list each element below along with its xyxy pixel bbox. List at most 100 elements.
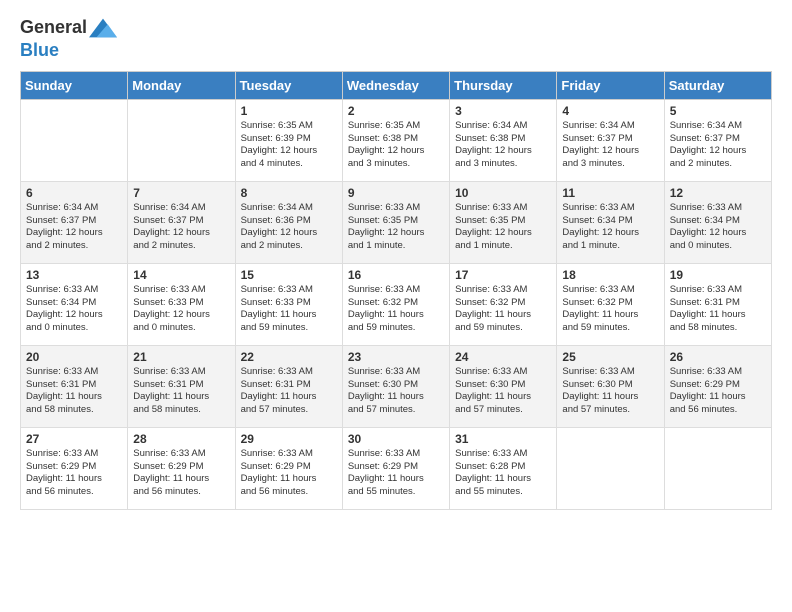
day-number: 28 (133, 432, 229, 446)
cell-content: Sunrise: 6:33 AM Sunset: 6:31 PM Dayligh… (26, 366, 122, 417)
cell-content: Sunrise: 6:33 AM Sunset: 6:34 PM Dayligh… (26, 284, 122, 335)
calendar-cell: 31 Sunrise: 6:33 AM Sunset: 6:28 PM Dayli… (450, 427, 557, 509)
calendar-header-wednesday: Wednesday (342, 71, 449, 99)
logo-blue: Blue (20, 40, 117, 61)
cell-content: Sunrise: 6:33 AM Sunset: 6:34 PM Dayligh… (670, 202, 766, 253)
calendar-week-5: 27Sunrise: 6:33 AM Sunset: 6:29 PM Dayli… (21, 427, 772, 509)
calendar-cell: 21 Sunrise: 6:33 AM Sunset: 6:31 PM Dayli… (128, 345, 235, 427)
calendar-table: SundayMondayTuesdayWednesdayThursdayFrid… (20, 71, 772, 510)
calendar-cell: 18 Sunrise: 6:33 AM Sunset: 6:32 PM Dayli… (557, 263, 664, 345)
cell-content: Sunrise: 6:34 AM Sunset: 6:37 PM Dayligh… (26, 202, 122, 253)
calendar-cell: 2 Sunrise: 6:35 AM Sunset: 6:38 PM Daylig… (342, 99, 449, 181)
calendar-cell: 27Sunrise: 6:33 AM Sunset: 6:29 PM Dayli… (21, 427, 128, 509)
calendar-cell: 28 Sunrise: 6:33 AM Sunset: 6:29 PM Dayli… (128, 427, 235, 509)
cell-content: Sunrise: 6:33 AM Sunset: 6:30 PM Dayligh… (348, 366, 444, 417)
cell-content: Sunrise: 6:34 AM Sunset: 6:37 PM Dayligh… (670, 120, 766, 171)
cell-content: Sunrise: 6:35 AM Sunset: 6:38 PM Dayligh… (348, 120, 444, 171)
calendar-cell (128, 99, 235, 181)
calendar-header-friday: Friday (557, 71, 664, 99)
cell-content: Sunrise: 6:33 AM Sunset: 6:35 PM Dayligh… (455, 202, 551, 253)
day-number: 31 (455, 432, 551, 446)
cell-content: Sunrise: 6:34 AM Sunset: 6:36 PM Dayligh… (241, 202, 337, 253)
cell-content: Sunrise: 6:34 AM Sunset: 6:37 PM Dayligh… (562, 120, 658, 171)
calendar-cell: 29Sunrise: 6:33 AM Sunset: 6:29 PM Dayli… (235, 427, 342, 509)
day-number: 20 (26, 350, 122, 364)
calendar-header-saturday: Saturday (664, 71, 771, 99)
day-number: 17 (455, 268, 551, 282)
cell-content: Sunrise: 6:35 AM Sunset: 6:39 PM Dayligh… (241, 120, 337, 171)
calendar-cell: 9 Sunrise: 6:33 AM Sunset: 6:35 PM Daylig… (342, 181, 449, 263)
cell-content: Sunrise: 6:33 AM Sunset: 6:32 PM Dayligh… (562, 284, 658, 335)
calendar-header-thursday: Thursday (450, 71, 557, 99)
day-number: 12 (670, 186, 766, 200)
cell-content: Sunrise: 6:33 AM Sunset: 6:30 PM Dayligh… (562, 366, 658, 417)
day-number: 9 (348, 186, 444, 200)
day-number: 4 (562, 104, 658, 118)
day-number: 1 (241, 104, 337, 118)
day-number: 2 (348, 104, 444, 118)
day-number: 6 (26, 186, 122, 200)
calendar-cell: 24 Sunrise: 6:33 AM Sunset: 6:30 PM Dayli… (450, 345, 557, 427)
day-number: 3 (455, 104, 551, 118)
calendar-cell: 1 Sunrise: 6:35 AM Sunset: 6:39 PM Daylig… (235, 99, 342, 181)
logo-text: General (20, 16, 117, 40)
header: General Blue (20, 16, 772, 61)
calendar-cell (664, 427, 771, 509)
calendar-cell: 8Sunrise: 6:34 AM Sunset: 6:36 PM Daylig… (235, 181, 342, 263)
cell-content: Sunrise: 6:33 AM Sunset: 6:30 PM Dayligh… (455, 366, 551, 417)
cell-content: Sunrise: 6:34 AM Sunset: 6:38 PM Dayligh… (455, 120, 551, 171)
calendar-cell: 7 Sunrise: 6:34 AM Sunset: 6:37 PM Daylig… (128, 181, 235, 263)
cell-content: Sunrise: 6:33 AM Sunset: 6:28 PM Dayligh… (455, 448, 551, 499)
calendar-cell: 23 Sunrise: 6:33 AM Sunset: 6:30 PM Dayli… (342, 345, 449, 427)
cell-content: Sunrise: 6:33 AM Sunset: 6:29 PM Dayligh… (26, 448, 122, 499)
logo: General Blue (20, 16, 117, 61)
cell-content: Sunrise: 6:33 AM Sunset: 6:34 PM Dayligh… (562, 202, 658, 253)
day-number: 18 (562, 268, 658, 282)
calendar-cell: 26Sunrise: 6:33 AM Sunset: 6:29 PM Dayli… (664, 345, 771, 427)
calendar-cell: 17 Sunrise: 6:33 AM Sunset: 6:32 PM Dayli… (450, 263, 557, 345)
calendar-week-3: 13 Sunrise: 6:33 AM Sunset: 6:34 PM Dayli… (21, 263, 772, 345)
calendar-cell (557, 427, 664, 509)
day-number: 10 (455, 186, 551, 200)
calendar-week-4: 20 Sunrise: 6:33 AM Sunset: 6:31 PM Dayli… (21, 345, 772, 427)
calendar-cell: 25 Sunrise: 6:33 AM Sunset: 6:30 PM Dayli… (557, 345, 664, 427)
day-number: 26 (670, 350, 766, 364)
calendar-cell: 12 Sunrise: 6:33 AM Sunset: 6:34 PM Dayli… (664, 181, 771, 263)
day-number: 7 (133, 186, 229, 200)
day-number: 24 (455, 350, 551, 364)
day-number: 23 (348, 350, 444, 364)
calendar-cell: 14Sunrise: 6:33 AM Sunset: 6:33 PM Dayli… (128, 263, 235, 345)
cell-content: Sunrise: 6:34 AM Sunset: 6:37 PM Dayligh… (133, 202, 229, 253)
calendar-cell: 15Sunrise: 6:33 AM Sunset: 6:33 PM Dayli… (235, 263, 342, 345)
day-number: 5 (670, 104, 766, 118)
day-number: 30 (348, 432, 444, 446)
day-number: 25 (562, 350, 658, 364)
day-number: 21 (133, 350, 229, 364)
cell-content: Sunrise: 6:33 AM Sunset: 6:32 PM Dayligh… (455, 284, 551, 335)
calendar-cell (21, 99, 128, 181)
cell-content: Sunrise: 6:33 AM Sunset: 6:33 PM Dayligh… (241, 284, 337, 335)
calendar-cell: 3 Sunrise: 6:34 AM Sunset: 6:38 PM Daylig… (450, 99, 557, 181)
calendar-cell: 5 Sunrise: 6:34 AM Sunset: 6:37 PM Daylig… (664, 99, 771, 181)
cell-content: Sunrise: 6:33 AM Sunset: 6:31 PM Dayligh… (670, 284, 766, 335)
day-number: 13 (26, 268, 122, 282)
cell-content: Sunrise: 6:33 AM Sunset: 6:29 PM Dayligh… (133, 448, 229, 499)
calendar-header-tuesday: Tuesday (235, 71, 342, 99)
calendar-cell: 16Sunrise: 6:33 AM Sunset: 6:32 PM Dayli… (342, 263, 449, 345)
page: General Blue SundayMondayTuesdayWednesda… (0, 0, 792, 520)
cell-content: Sunrise: 6:33 AM Sunset: 6:31 PM Dayligh… (133, 366, 229, 417)
day-number: 22 (241, 350, 337, 364)
day-number: 11 (562, 186, 658, 200)
calendar-cell: 30Sunrise: 6:33 AM Sunset: 6:29 PM Dayli… (342, 427, 449, 509)
cell-content: Sunrise: 6:33 AM Sunset: 6:33 PM Dayligh… (133, 284, 229, 335)
calendar-cell: 19Sunrise: 6:33 AM Sunset: 6:31 PM Dayli… (664, 263, 771, 345)
cell-content: Sunrise: 6:33 AM Sunset: 6:29 PM Dayligh… (241, 448, 337, 499)
calendar-header-monday: Monday (128, 71, 235, 99)
cell-content: Sunrise: 6:33 AM Sunset: 6:31 PM Dayligh… (241, 366, 337, 417)
logo-icon (89, 16, 117, 40)
calendar-cell: 10 Sunrise: 6:33 AM Sunset: 6:35 PM Dayli… (450, 181, 557, 263)
calendar-cell: 20 Sunrise: 6:33 AM Sunset: 6:31 PM Dayli… (21, 345, 128, 427)
calendar-cell: 6 Sunrise: 6:34 AM Sunset: 6:37 PM Daylig… (21, 181, 128, 263)
calendar-cell: 11 Sunrise: 6:33 AM Sunset: 6:34 PM Dayli… (557, 181, 664, 263)
cell-content: Sunrise: 6:33 AM Sunset: 6:35 PM Dayligh… (348, 202, 444, 253)
